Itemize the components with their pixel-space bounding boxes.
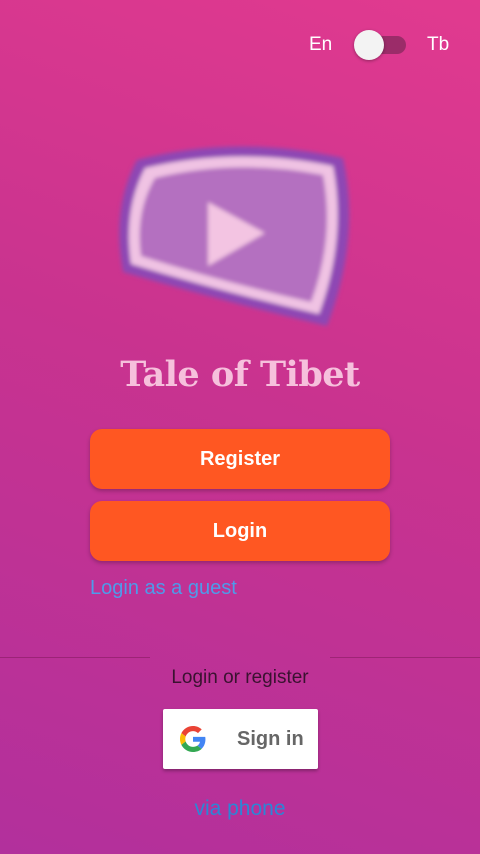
app-title: Tale of Tibet <box>120 354 360 395</box>
language-switch-thumb[interactable] <box>354 30 384 60</box>
language-toggle: En Tb <box>0 30 480 62</box>
google-icon <box>180 726 206 752</box>
register-button[interactable]: Register <box>90 429 390 489</box>
language-tb-label: Tb <box>427 34 450 55</box>
play-video-icon <box>115 138 355 334</box>
login-button[interactable]: Login <box>90 501 390 561</box>
divider-right <box>330 657 480 658</box>
google-sign-in-label: Sign in <box>237 728 304 750</box>
language-switch[interactable] <box>354 30 406 60</box>
language-en-label: En <box>309 34 333 55</box>
guest-login-link[interactable]: Login as a guest <box>90 577 237 600</box>
google-sign-in-button[interactable]: Sign in <box>163 709 318 769</box>
divider-left <box>0 657 150 658</box>
login-or-register-label: Login or register <box>171 667 309 688</box>
phone-login-link[interactable]: via phone <box>0 797 480 821</box>
